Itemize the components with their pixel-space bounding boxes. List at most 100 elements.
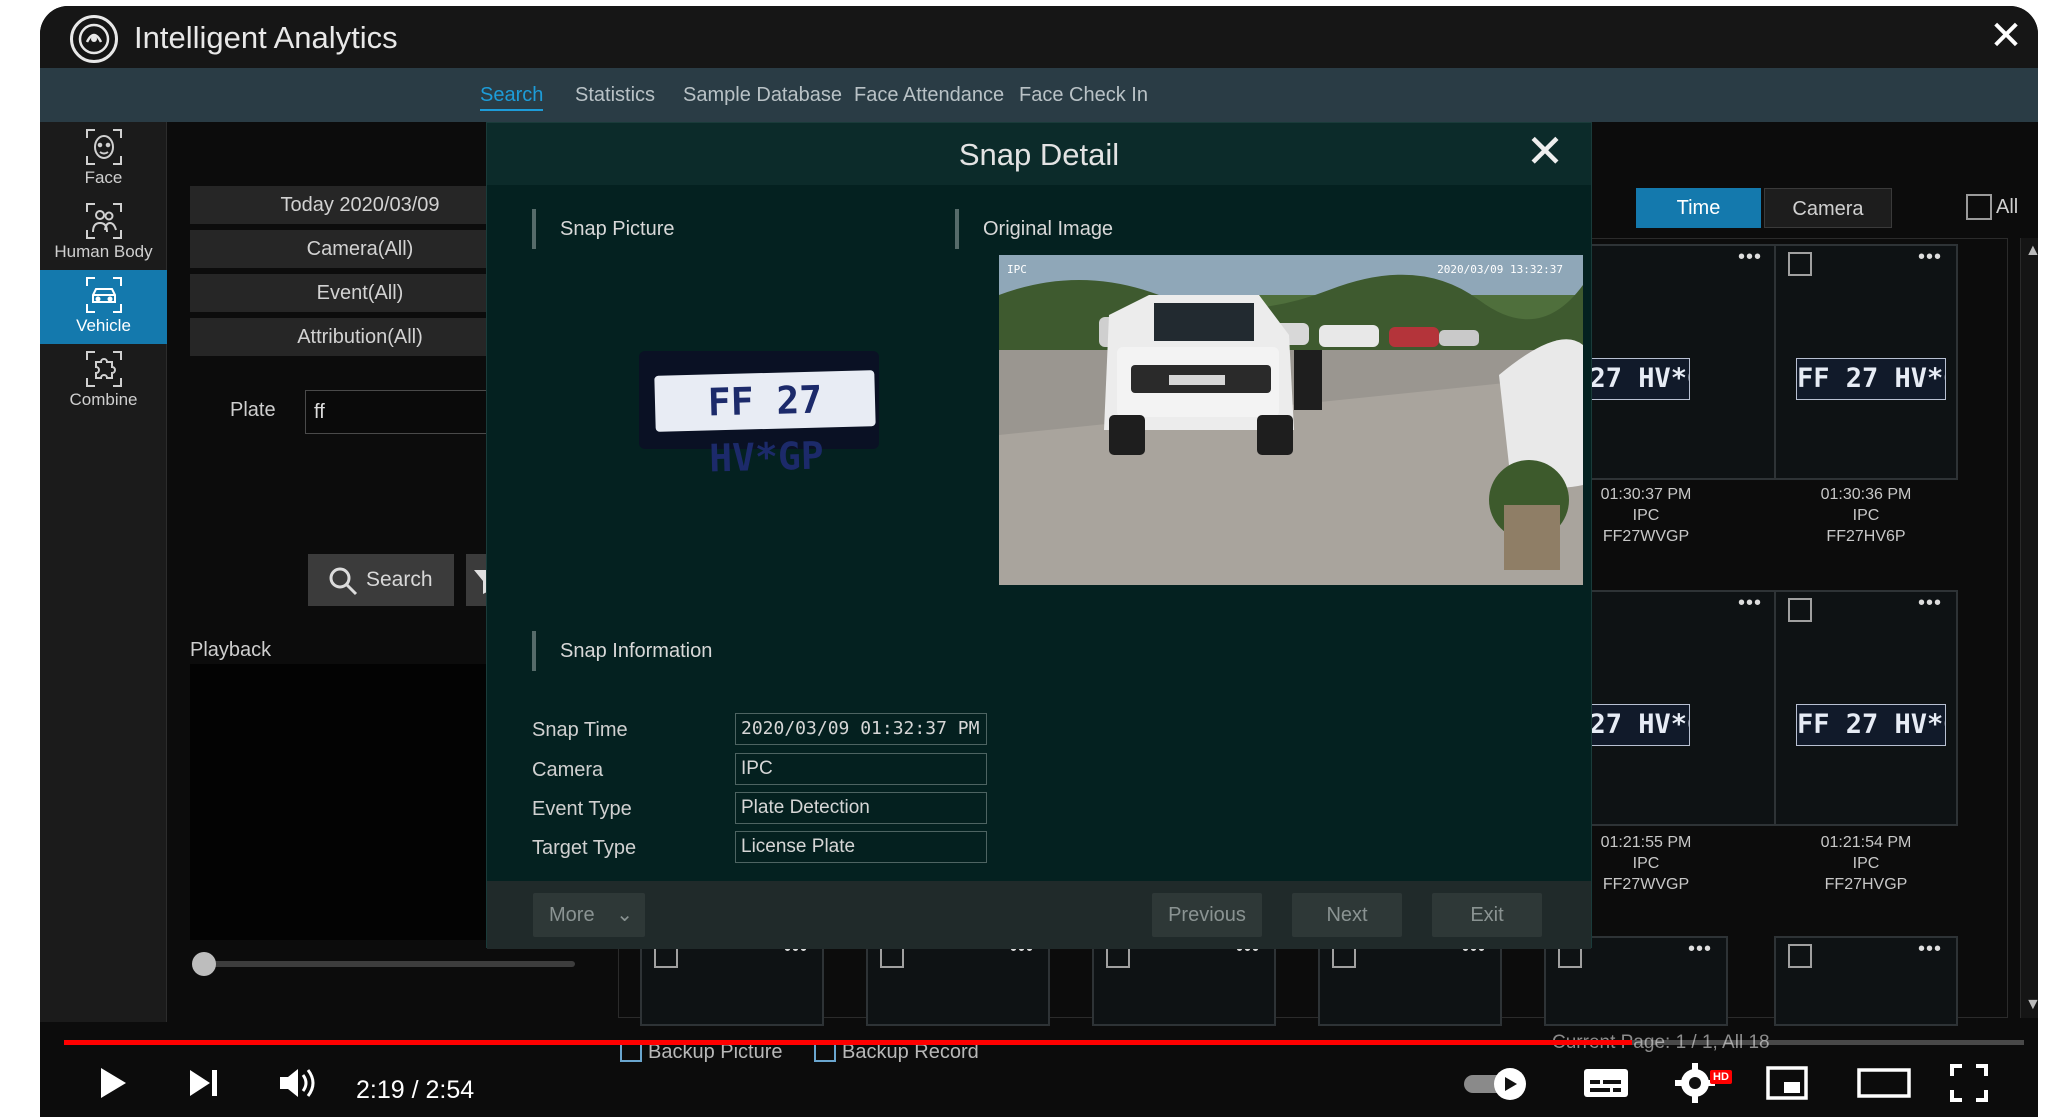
result-card[interactable]: ••• (1774, 936, 1958, 1026)
camera-filter[interactable]: Camera(All) (190, 230, 530, 268)
card-checkbox[interactable] (1788, 598, 1812, 622)
card-info: 01:21:54 PM IPC FF27HVGP (1774, 832, 1958, 895)
subtitles-icon[interactable] (1578, 1058, 1634, 1108)
more-options-icon[interactable]: ••• (1738, 246, 1762, 269)
title-bar: Intelligent Analytics ✕ (40, 6, 2038, 68)
card-camera: IPC (1852, 855, 1880, 872)
dialog-footer: More ⌄ Previous Next Exit (487, 881, 1591, 949)
miniplayer-icon[interactable] (1762, 1058, 1812, 1108)
search-button-label: Search (366, 568, 433, 591)
nav-label-vehicle: Vehicle (76, 316, 131, 335)
search-icon (329, 567, 358, 596)
dialog-header: Snap Detail ✕ (487, 123, 1591, 185)
result-card[interactable]: ••• (1544, 936, 1728, 1026)
card-plate-text: FF27HVGP (1824, 876, 1908, 893)
exit-button[interactable]: Exit (1432, 893, 1542, 937)
card-time: 01:30:36 PM (1820, 486, 1912, 503)
snap-plate: FF 27 HV*GP (654, 370, 876, 480)
grid-scrollbar[interactable]: ▲ ▼ (2020, 238, 2038, 1018)
result-card[interactable]: ••• (1092, 936, 1276, 1026)
card-checkbox[interactable] (1788, 944, 1812, 968)
tab-face-check-in[interactable]: Face Check In (1019, 84, 1148, 107)
image-camera-overlay: IPC (1007, 263, 1027, 276)
snap-time-label: Snap Time (532, 719, 628, 741)
more-options-icon[interactable]: ••• (1918, 938, 1942, 961)
nav-label-face: Face (84, 168, 123, 187)
card-checkbox[interactable] (1788, 252, 1812, 276)
more-options-icon[interactable]: ••• (1738, 592, 1762, 615)
more-dropdown[interactable]: More ⌄ (533, 893, 645, 937)
nav-item-combine[interactable]: Combine (40, 344, 167, 418)
date-filter[interactable]: Today 2020/03/09 (190, 186, 530, 224)
video-frame: Intelligent Analytics ✕ Search Statistic… (40, 6, 2038, 1117)
next-button[interactable]: Next (1292, 893, 1402, 937)
tab-sample-database[interactable]: Sample Database (683, 84, 842, 107)
left-nav: Face Human Body Vehicle Combine (40, 122, 167, 1022)
face-icon (85, 129, 122, 165)
more-options-icon[interactable]: ••• (1918, 246, 1942, 269)
original-image[interactable]: IPC 2020/03/09 13:32:37 (999, 255, 1583, 585)
tab-bar: Search Statistics Sample Database Face A… (40, 68, 2038, 122)
sort-camera-button[interactable]: Camera (1764, 188, 1892, 228)
plate-label: Plate (230, 399, 276, 421)
result-card[interactable]: ••• (866, 936, 1050, 1026)
autoplay-toggle-icon[interactable] (1460, 1058, 1536, 1108)
playback-slider-knob[interactable] (192, 952, 216, 976)
previous-button[interactable]: Previous (1152, 893, 1262, 937)
nav-item-human-body[interactable]: Human Body (40, 196, 167, 270)
result-card[interactable]: ••• (1318, 936, 1502, 1026)
snap-picture: FF 27 HV*GP (639, 351, 879, 480)
close-app-icon[interactable]: ✕ (1988, 16, 2024, 56)
select-all-label: All (1996, 196, 2019, 218)
close-dialog-icon[interactable]: ✕ (1525, 128, 1565, 174)
more-label: More (549, 904, 595, 926)
more-options-icon[interactable]: ••• (1918, 592, 1942, 615)
card-info: 01:30:36 PM IPC FF27HV6P (1774, 484, 1958, 547)
original-image-heading: Original Image (955, 209, 1113, 249)
scroll-up-icon[interactable]: ▲ (2025, 242, 2038, 260)
snap-detail-dialog: Snap Detail ✕ Snap Picture Original Imag… (486, 122, 1592, 949)
video-progress-fill[interactable] (64, 1040, 1632, 1045)
tab-statistics[interactable]: Statistics (575, 84, 655, 107)
result-card[interactable]: ••• (640, 936, 824, 1026)
tab-face-attendance[interactable]: Face Attendance (854, 84, 1004, 107)
camera-label: Camera (532, 759, 604, 781)
card-plate-image: FF 27 HV*GP (1796, 358, 1946, 400)
dialog-title: Snap Detail (958, 137, 1120, 172)
event-filter[interactable]: Event(All) (190, 274, 530, 312)
app-logo (70, 15, 118, 63)
next-video-icon[interactable] (178, 1058, 228, 1108)
nav-item-face[interactable]: Face (40, 122, 167, 196)
puzzle-icon (85, 351, 122, 387)
fullscreen-icon[interactable] (1944, 1058, 1994, 1108)
search-button[interactable]: Search (308, 554, 454, 606)
target-type-value: License Plate (735, 831, 987, 863)
attribution-filter[interactable]: Attribution(All) (190, 318, 530, 356)
parking-lot-scene (999, 255, 1583, 585)
camera-value: IPC (735, 753, 987, 785)
card-plate-image: FF 27 HV*GP (1796, 704, 1946, 746)
result-card[interactable]: ••• FF 27 HV*GP (1774, 244, 1958, 480)
chevron-down-icon: ⌄ (616, 904, 633, 926)
nav-label-combine: Combine (69, 390, 138, 409)
event-type-value: Plate Detection (735, 792, 987, 824)
event-type-label: Event Type (532, 798, 632, 820)
more-options-icon[interactable]: ••• (1688, 938, 1712, 961)
playback-slider-track[interactable] (195, 961, 575, 967)
video-time: 2:19 / 2:54 (356, 1076, 475, 1104)
snap-time-value: 2020/03/09 01:32:37 PM (735, 713, 987, 745)
volume-icon[interactable] (272, 1058, 322, 1108)
tab-search[interactable]: Search (480, 84, 544, 111)
result-card[interactable]: ••• FF 27 HV*GP (1774, 590, 1958, 826)
theater-mode-icon[interactable] (1854, 1058, 1914, 1108)
snap-info-heading: Snap Information (532, 631, 712, 671)
scroll-down-icon[interactable]: ▼ (2025, 996, 2038, 1014)
target-type-label: Target Type (532, 837, 637, 859)
nav-item-vehicle[interactable]: Vehicle (40, 270, 167, 344)
sort-time-button[interactable]: Time (1636, 188, 1761, 228)
human-body-icon (85, 203, 122, 239)
select-all-checkbox[interactable] (1966, 194, 1992, 220)
card-plate-text: FF27HV6P (1826, 528, 1906, 545)
playback-video-area[interactable] (190, 664, 530, 940)
play-icon[interactable] (86, 1058, 136, 1108)
